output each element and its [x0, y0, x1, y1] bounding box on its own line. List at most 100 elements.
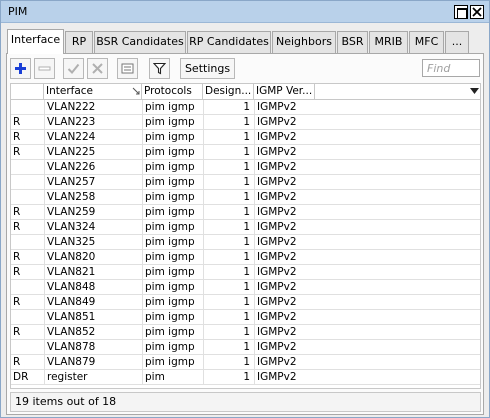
table-row[interactable]: R VLAN821 pim igmp 1 IGMPv2 — [11, 265, 480, 280]
row-designated-priority: 1 — [203, 130, 253, 144]
column-header-designated-priority[interactable]: Design... — [203, 84, 254, 99]
row-designated-priority: 1 — [203, 235, 253, 249]
find-input[interactable] — [422, 59, 480, 77]
filter-button[interactable] — [149, 58, 170, 79]
tab-bsr[interactable]: BSR — [337, 31, 368, 53]
tab-rp-candidates[interactable]: RP Candidates — [187, 31, 271, 53]
row-interface: VLAN223 — [44, 115, 141, 129]
column-header-interface[interactable]: Interface — [44, 84, 142, 99]
row-flags: R — [13, 131, 21, 143]
table-row[interactable]: VLAN325 pim igmp 1 IGMPv2 — [11, 235, 480, 250]
row-protocols: pim igmp — [142, 310, 202, 324]
tab-interface[interactable]: Interface — [7, 29, 64, 54]
enable-button[interactable] — [63, 58, 84, 79]
row-interface: VLAN878 — [44, 340, 141, 354]
column-header-protocols[interactable]: Protocols — [142, 84, 203, 99]
check-icon — [67, 63, 80, 74]
plus-icon — [15, 63, 26, 74]
sort-descending-icon — [132, 87, 140, 95]
row-interface: VLAN324 — [44, 220, 141, 234]
table-row[interactable]: R VLAN852 pim igmp 1 IGMPv2 — [11, 325, 480, 340]
row-flags — [11, 235, 43, 249]
row-igmp-version: IGMPv2 — [254, 265, 314, 279]
column-header-flags[interactable] — [11, 84, 44, 99]
row-protocols: pim igmp — [142, 235, 202, 249]
row-flags — [11, 280, 43, 294]
table-row[interactable]: R VLAN225 pim igmp 1 IGMPv2 — [11, 145, 480, 160]
row-protocols: pim — [142, 370, 202, 384]
row-igmp-version: IGMPv2 — [254, 340, 314, 354]
row-interface: VLAN224 — [44, 130, 141, 144]
table-row[interactable]: R VLAN879 pim igmp 1 IGMPv2 — [11, 355, 480, 370]
tab-more[interactable]: ... — [445, 31, 469, 53]
row-interface: VLAN849 — [44, 295, 141, 309]
table-row[interactable]: VLAN257 pim igmp 1 IGMPv2 — [11, 175, 480, 190]
table-row[interactable]: R VLAN259 pim igmp 1 IGMPv2 — [11, 205, 480, 220]
table-row[interactable]: R VLAN224 pim igmp 1 IGMPv2 — [11, 130, 480, 145]
row-igmp-version: IGMPv2 — [254, 325, 314, 339]
row-protocols: pim igmp — [142, 205, 202, 219]
row-interface: VLAN225 — [44, 145, 141, 159]
row-igmp-version: IGMPv2 — [254, 310, 314, 324]
title-bar[interactable]: PIM — [1, 1, 489, 23]
remove-button[interactable] — [34, 58, 55, 79]
table-row[interactable]: VLAN848 pim igmp 1 IGMPv2 — [11, 280, 480, 295]
row-flags: R — [13, 296, 21, 308]
row-igmp-version: IGMPv2 — [254, 355, 314, 369]
column-menu-icon[interactable] — [470, 88, 479, 94]
row-igmp-version: IGMPv2 — [254, 280, 314, 294]
row-igmp-version: IGMPv2 — [254, 220, 314, 234]
table-row[interactable]: VLAN878 pim igmp 1 IGMPv2 — [11, 340, 480, 355]
tab-mfc[interactable]: MFC — [409, 31, 444, 53]
row-flags: R — [13, 221, 21, 233]
row-igmp-version: IGMPv2 — [254, 100, 314, 114]
column-header-igmp-version[interactable]: IGMP Ver... — [254, 84, 315, 99]
table-row[interactable]: R VLAN324 pim igmp 1 IGMPv2 — [11, 220, 480, 235]
maximize-button[interactable] — [454, 5, 468, 19]
table-row[interactable]: VLAN851 pim igmp 1 IGMPv2 — [11, 310, 480, 325]
row-designated-priority: 1 — [203, 160, 253, 174]
comment-icon — [121, 63, 134, 74]
table-row[interactable]: DR register pim 1 IGMPv2 — [11, 370, 480, 385]
table-row[interactable]: R VLAN820 pim igmp 1 IGMPv2 — [11, 250, 480, 265]
disable-button[interactable] — [87, 58, 108, 79]
filter-icon — [153, 62, 166, 75]
tab-bsr-candidates[interactable]: BSR Candidates — [94, 31, 186, 53]
row-designated-priority: 1 — [203, 205, 253, 219]
table-row[interactable]: VLAN258 pim igmp 1 IGMPv2 — [11, 190, 480, 205]
row-flags: R — [13, 116, 21, 128]
table-row[interactable]: VLAN222 pim igmp 1 IGMPv2 — [11, 100, 480, 115]
row-designated-priority: 1 — [203, 190, 253, 204]
row-designated-priority: 1 — [203, 370, 253, 384]
row-protocols: pim igmp — [142, 265, 202, 279]
table-row[interactable]: R VLAN849 pim igmp 1 IGMPv2 — [11, 295, 480, 310]
add-button[interactable] — [10, 58, 31, 79]
x-icon — [92, 63, 103, 74]
row-protocols: pim igmp — [142, 130, 202, 144]
row-interface: VLAN226 — [44, 160, 141, 174]
row-protocols: pim igmp — [142, 190, 202, 204]
row-interface: register — [44, 370, 141, 384]
minus-icon — [38, 66, 51, 71]
row-protocols: pim igmp — [142, 280, 202, 294]
table-row[interactable]: R VLAN223 pim igmp 1 IGMPv2 — [11, 115, 480, 130]
tab-neighbors[interactable]: Neighbors — [272, 31, 336, 53]
row-interface: VLAN852 — [44, 325, 141, 339]
row-designated-priority: 1 — [203, 115, 253, 129]
row-flags — [11, 100, 43, 114]
tab-rp[interactable]: RP — [65, 31, 93, 53]
settings-button[interactable]: Settings — [180, 58, 235, 79]
close-button[interactable] — [470, 5, 484, 19]
row-interface: VLAN259 — [44, 205, 141, 219]
row-designated-priority: 1 — [203, 295, 253, 309]
window-title: PIM — [8, 5, 28, 18]
row-igmp-version: IGMPv2 — [254, 235, 314, 249]
comment-button[interactable] — [117, 58, 138, 79]
row-protocols: pim igmp — [142, 145, 202, 159]
tab-mrib[interactable]: MRIB — [369, 31, 408, 53]
row-designated-priority: 1 — [203, 175, 253, 189]
row-flags: DR — [13, 371, 29, 383]
table-row[interactable]: VLAN226 pim igmp 1 IGMPv2 — [11, 160, 480, 175]
row-igmp-version: IGMPv2 — [254, 160, 314, 174]
row-igmp-version: IGMPv2 — [254, 115, 314, 129]
